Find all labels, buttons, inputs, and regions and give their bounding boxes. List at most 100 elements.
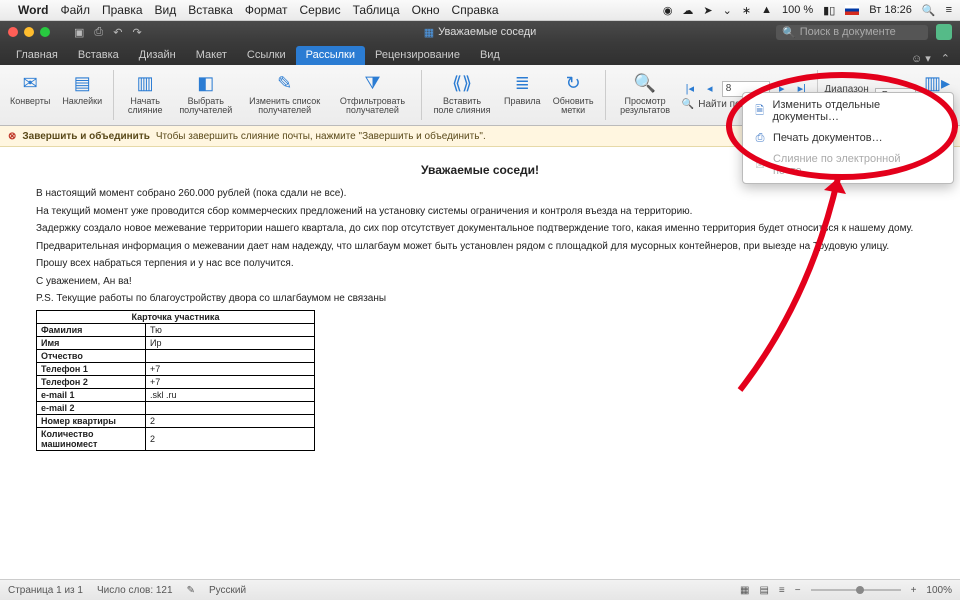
mail-icon: ✉ <box>753 158 767 172</box>
email-merge-item: ✉Слияние по электронной почте… <box>743 149 953 181</box>
redo-icon[interactable]: ↷ <box>132 26 141 39</box>
card-value: 2 <box>146 427 315 450</box>
view-print-icon[interactable]: ▦ <box>740 585 749 596</box>
tab-references[interactable]: Ссылки <box>237 46 296 65</box>
zoom-out-button[interactable]: − <box>795 585 801 596</box>
language-indicator[interactable]: Русский <box>209 585 246 596</box>
card-key: e-mail 2 <box>37 401 146 414</box>
wifi-icon[interactable]: ▲ <box>761 4 772 16</box>
doc-p3: Задержку создало новое межевание террито… <box>36 222 924 236</box>
undo-icon[interactable]: ↶ <box>113 26 122 39</box>
card-key: Отчество <box>37 349 146 362</box>
close-window-button[interactable] <box>8 27 18 37</box>
tab-insert[interactable]: Вставка <box>68 46 129 65</box>
search-icon: 🔍 <box>682 99 694 110</box>
menu-insert[interactable]: Вставка <box>188 3 233 17</box>
first-record-button[interactable]: |◂ <box>682 81 698 97</box>
menu-edit[interactable]: Правка <box>102 3 143 17</box>
ribbon-tabs: Главная Вставка Дизайн Макет Ссылки Расс… <box>0 43 960 65</box>
menu-icon[interactable]: ≡ <box>946 4 952 16</box>
tab-review[interactable]: Рецензирование <box>365 46 470 65</box>
card-key: Телефон 1 <box>37 362 146 375</box>
card-key: e-mail 1 <box>37 388 146 401</box>
card-key: Фамилия <box>37 323 146 336</box>
word-count[interactable]: Число слов: 121 <box>97 585 173 596</box>
tab-mailings[interactable]: Рассылки <box>296 46 365 65</box>
card-key: Количество машиномест <box>37 427 146 450</box>
tab-home[interactable]: Главная <box>6 46 68 65</box>
table-row: ИмяИр <box>37 336 315 349</box>
spellcheck-icon[interactable]: ✎ <box>187 585 195 596</box>
insert-merge-field-button[interactable]: ⟪⟫Вставить поле слияния <box>428 68 496 122</box>
zoom-slider[interactable] <box>811 589 901 591</box>
word-doc-icon: ▦ <box>424 26 434 39</box>
cloud-icon[interactable]: ☁ <box>682 4 693 17</box>
doc-icon: 🗎 <box>753 104 766 118</box>
menu-view[interactable]: Вид <box>155 3 177 17</box>
printer-icon: ⎙ <box>753 131 767 145</box>
window-titlebar: ▣ ⎙ ↶ ↷ ▦ Уважаемые соседи 🔍 Поиск в док… <box>0 21 960 43</box>
tab-layout[interactable]: Макет <box>186 46 237 65</box>
mac-menu-bar: Word Файл Правка Вид Вставка Формат Серв… <box>0 0 960 21</box>
card-key: Номер квартиры <box>37 414 146 427</box>
menu-help[interactable]: Справка <box>452 3 499 17</box>
start-merge-button[interactable]: ▥Начать слияние <box>121 68 170 122</box>
card-value: 2 <box>146 414 315 427</box>
zoom-in-button[interactable]: + <box>911 585 917 596</box>
menu-file[interactable]: Файл <box>60 3 90 17</box>
card-value: .skl .ru <box>146 388 315 401</box>
menu-service[interactable]: Сервис <box>299 3 340 17</box>
bluetooth-icon[interactable]: ∗ <box>742 4 751 17</box>
select-recipients-button[interactable]: ◧Выбрать получателей <box>174 68 238 122</box>
menu-table[interactable]: Таблица <box>353 3 400 17</box>
maximize-window-button[interactable] <box>40 27 50 37</box>
prev-record-button[interactable]: ◂ <box>702 81 718 97</box>
filter-recipients-button[interactable]: ⧩Отфильтровать получателей <box>331 68 413 122</box>
menu-window[interactable]: Окно <box>412 3 440 17</box>
viber-icon[interactable]: ◉ <box>663 4 673 17</box>
save-icon[interactable]: ▣ <box>74 26 84 39</box>
labels-button[interactable]: ▤Наклейки <box>58 68 106 122</box>
app-name[interactable]: Word <box>18 3 48 17</box>
card-value <box>146 349 315 362</box>
edit-individual-docs-item[interactable]: 🗎Изменить отдельные документы… <box>743 95 953 127</box>
preview-results-button[interactable]: 🔍Просмотр результатов <box>612 68 677 122</box>
table-row: Телефон 2+7 <box>37 375 315 388</box>
battery-icon[interactable]: ▮▯ <box>823 4 835 17</box>
close-infobar-button[interactable]: ⊗ <box>8 131 16 142</box>
minimize-window-button[interactable] <box>24 27 34 37</box>
user-avatar[interactable] <box>936 24 952 40</box>
search-icon: 🔍 <box>782 26 796 39</box>
collapse-ribbon-icon[interactable]: ⌃ <box>941 52 950 65</box>
tab-design[interactable]: Дизайн <box>129 46 186 65</box>
doc-ps: P.S. Текущие работы по благоустройству д… <box>36 292 924 306</box>
zoom-value[interactable]: 100% <box>926 585 952 596</box>
print-icon[interactable]: ⎙ <box>94 26 103 39</box>
smiley-icon[interactable]: ☺ ▾ <box>911 52 931 65</box>
spotlight-icon[interactable]: 🔍 <box>922 4 936 17</box>
page-indicator[interactable]: Страница 1 из 1 <box>8 585 83 596</box>
rules-button[interactable]: ≣Правила <box>500 68 545 122</box>
flag-icon[interactable] <box>845 5 859 15</box>
doc-p5: Прошу всех набраться терпения и у нас вс… <box>36 257 924 271</box>
doc-p1: В настоящий момент собрано 260.000 рубле… <box>36 187 924 201</box>
tab-view[interactable]: Вид <box>470 46 510 65</box>
document-search[interactable]: 🔍 Поиск в документе <box>776 25 928 40</box>
edit-recipients-button[interactable]: ✎Изменить список получателей <box>242 68 328 122</box>
table-row: e-mail 2 <box>37 401 315 414</box>
infobar-body: Чтобы завершить слияние почты, нажмите "… <box>156 131 486 142</box>
update-labels-button[interactable]: ↻Обновить метки <box>549 68 598 122</box>
envelopes-button[interactable]: ✉Конверты <box>6 68 54 122</box>
doc-p2: На текущий момент уже проводится сбор ко… <box>36 205 924 219</box>
card-key: Телефон 2 <box>37 375 146 388</box>
card-value: Ир <box>146 336 315 349</box>
menu-format[interactable]: Формат <box>245 3 288 17</box>
telegram-icon[interactable]: ➤ <box>703 4 712 17</box>
clock[interactable]: Вт 18:26 <box>869 4 912 16</box>
table-row: Номер квартиры2 <box>37 414 315 427</box>
dropdown-icon[interactable]: ⌄ <box>723 4 732 17</box>
print-documents-item[interactable]: ⎙Печать документов… <box>743 127 953 149</box>
view-web-icon[interactable]: ▤ <box>759 585 768 596</box>
document-area[interactable]: Уважаемые соседи! В настоящий момент соб… <box>0 147 960 579</box>
view-outline-icon[interactable]: ≡ <box>779 585 785 596</box>
